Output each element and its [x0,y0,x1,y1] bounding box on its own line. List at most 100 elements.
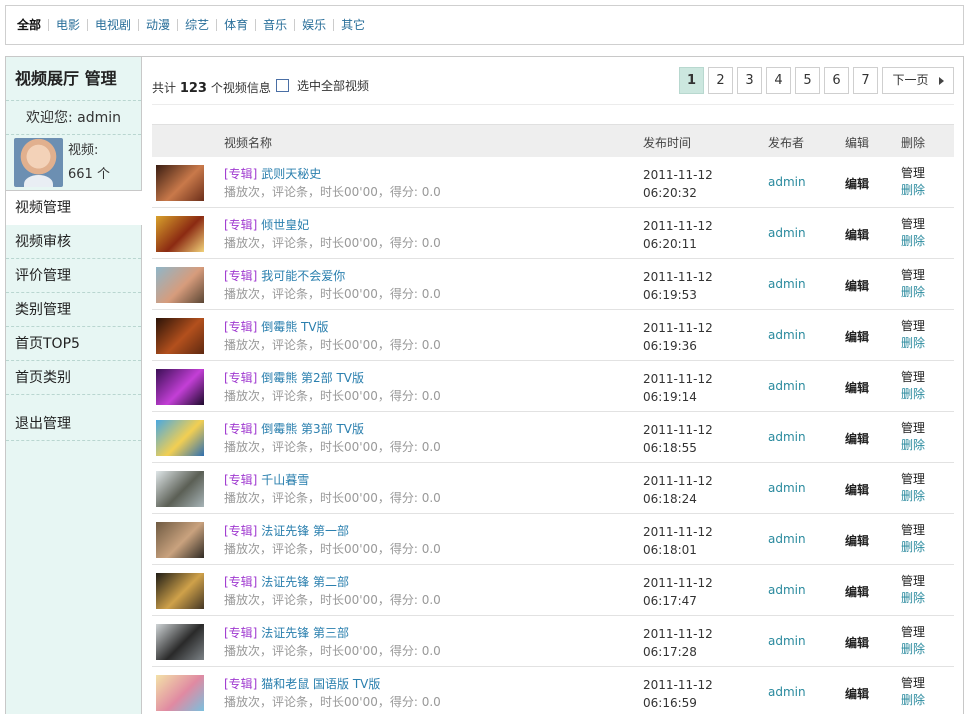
sidebar-menu: 视频管理 视频审核 评价管理 类别管理 首页TOP5 首页类别 [6,191,142,395]
video-thumbnail[interactable] [156,165,204,201]
edit-button[interactable]: 编辑 [845,328,869,345]
select-all-checkbox[interactable] [276,79,289,92]
category-tab[interactable]: 音乐 [255,19,294,31]
delete-link[interactable]: 删除 [901,182,925,199]
sidebar-item[interactable]: 视频管理 [6,191,142,225]
category-tab[interactable]: 全部 [15,19,48,31]
delete-link[interactable]: 删除 [901,284,925,301]
category-tab[interactable]: 动漫 [138,19,177,31]
page-button[interactable]: 2 [708,67,733,94]
video-thumbnail[interactable] [156,318,204,354]
publisher-link[interactable]: admin [768,532,806,546]
video-title-link[interactable]: [专辑] 倒霉熊 第2部 TV版 [224,369,364,386]
sidebar-item[interactable]: 首页TOP5 [6,327,141,361]
delete-link[interactable]: 删除 [901,437,925,454]
category-tab[interactable]: 电影 [48,19,87,31]
publish-time: 2011-11-12 06:20:11 [643,217,713,253]
category-tab[interactable]: 娱乐 [294,19,333,31]
album-tag: [专辑] [224,677,258,691]
edit-button[interactable]: 编辑 [845,532,869,549]
video-meta: 播放次，评论条，时长00'00，得分: 0.0 [224,542,441,556]
sidebar-item-logout[interactable]: 退出管理 [6,407,141,441]
next-page-button[interactable]: 下一页 [882,67,954,94]
delete-link[interactable]: 删除 [901,641,925,658]
category-tab[interactable]: 综艺 [177,19,216,31]
video-title-link[interactable]: [专辑] 武则天秘史 [224,165,321,182]
delete-link[interactable]: 删除 [901,488,925,505]
sidebar-item[interactable]: 评价管理 [6,259,141,293]
page-button[interactable]: 3 [737,67,762,94]
delete-link[interactable]: 删除 [901,335,925,352]
sidebar-item[interactable]: 视频审核 [6,225,141,259]
category-tab[interactable]: 体育 [216,19,255,31]
edit-button[interactable]: 编辑 [845,379,869,396]
edit-button[interactable]: 编辑 [845,175,869,192]
video-title-link[interactable]: [专辑] 千山暮雪 [224,471,309,488]
video-title-link[interactable]: [专辑] 法证先锋 第一部 [224,522,349,539]
publisher-link[interactable]: admin [768,277,806,291]
delete-link[interactable]: 删除 [901,692,925,709]
video-title: 法证先锋 第二部 [261,575,350,589]
video-title-link[interactable]: [专辑] 倾世皇妃 [224,216,309,233]
album-tag: [专辑] [224,524,258,538]
video-title-link[interactable]: [专辑] 倒霉熊 第3部 TV版 [224,420,364,437]
page-button[interactable]: 4 [766,67,791,94]
album-tag: [专辑] [224,575,258,589]
edit-button[interactable]: 编辑 [845,685,869,702]
video-thumbnail[interactable] [156,522,204,558]
delete-link[interactable]: 删除 [901,386,925,403]
select-all-toggle[interactable]: 选中全部视频 [276,77,369,94]
sidebar: 视频展厅 管理 欢迎您: admin 视频: 661 个 视频管理 视频审核 评价管… [5,56,142,714]
video-title-link[interactable]: [专辑] 法证先锋 第三部 [224,624,349,641]
video-thumbnail[interactable] [156,624,204,660]
edit-button[interactable]: 编辑 [845,583,869,600]
video-thumbnail[interactable] [156,216,204,252]
sidebar-item[interactable]: 首页类别 [6,361,141,395]
video-title-link[interactable]: [专辑] 我可能不会爱你 [224,267,345,284]
category-tab[interactable]: 电视剧 [87,19,138,31]
video-title-link[interactable]: [专辑] 倒霉熊 TV版 [224,318,329,335]
publish-time: 2011-11-12 06:17:28 [643,625,713,661]
page-button[interactable]: 7 [853,67,878,94]
page-button[interactable]: 6 [824,67,849,94]
edit-button[interactable]: 编辑 [845,277,869,294]
edit-button[interactable]: 编辑 [845,481,869,498]
publisher-link[interactable]: admin [768,328,806,342]
table-header: 视频名称 发布时间 发布者 编辑 删除 [152,124,954,157]
publisher-link[interactable]: admin [768,634,806,648]
manage-label: 管理 [901,472,926,486]
publisher-link[interactable]: admin [768,430,806,444]
category-tab[interactable]: 其它 [333,19,372,31]
video-title-link[interactable]: [专辑] 法证先锋 第二部 [224,573,349,590]
edit-button[interactable]: 编辑 [845,634,869,651]
page-button[interactable]: 1 [679,67,704,94]
edit-button[interactable]: 编辑 [845,430,869,447]
video-thumbnail[interactable] [156,267,204,303]
sidebar-item[interactable]: 类别管理 [6,293,141,327]
publish-time: 2011-11-12 06:18:55 [643,421,713,457]
delete-link[interactable]: 删除 [901,590,925,607]
video-thumbnail[interactable] [156,420,204,456]
video-meta: 播放次，评论条，时长00'00，得分: 0.0 [224,440,441,454]
video-thumbnail[interactable] [156,369,204,405]
edit-button[interactable]: 编辑 [845,226,869,243]
publisher-link[interactable]: admin [768,481,806,495]
publisher-link[interactable]: admin [768,685,806,699]
category-bar: 全部 电影 电视剧 动漫 综艺 体育 音乐 娱乐 其它 [5,5,964,45]
header-publisher: 发布者 [768,136,805,150]
publisher-link[interactable]: admin [768,226,806,240]
video-thumbnail[interactable] [156,675,204,711]
publisher-link[interactable]: admin [768,379,806,393]
publisher-link[interactable]: admin [768,175,806,189]
manage-cell: 管理 删除 [901,318,925,352]
delete-link[interactable]: 删除 [901,233,925,250]
delete-link[interactable]: 删除 [901,539,925,556]
publisher-link[interactable]: admin [768,583,806,597]
video-thumbnail[interactable] [156,573,204,609]
page-button[interactable]: 5 [795,67,820,94]
table-row: [专辑] 倒霉熊 第2部 TV版 播放次，评论条，时长00'00，得分: 0.0 2… [152,361,954,412]
table-row: [专辑] 千山暮雪 播放次，评论条，时长00'00，得分: 0.0 2011-11-… [152,463,954,514]
video-title-link[interactable]: [专辑] 猫和老鼠 国语版 TV版 [224,675,380,692]
video-thumbnail[interactable] [156,471,204,507]
video-title: 法证先锋 第一部 [261,524,350,538]
